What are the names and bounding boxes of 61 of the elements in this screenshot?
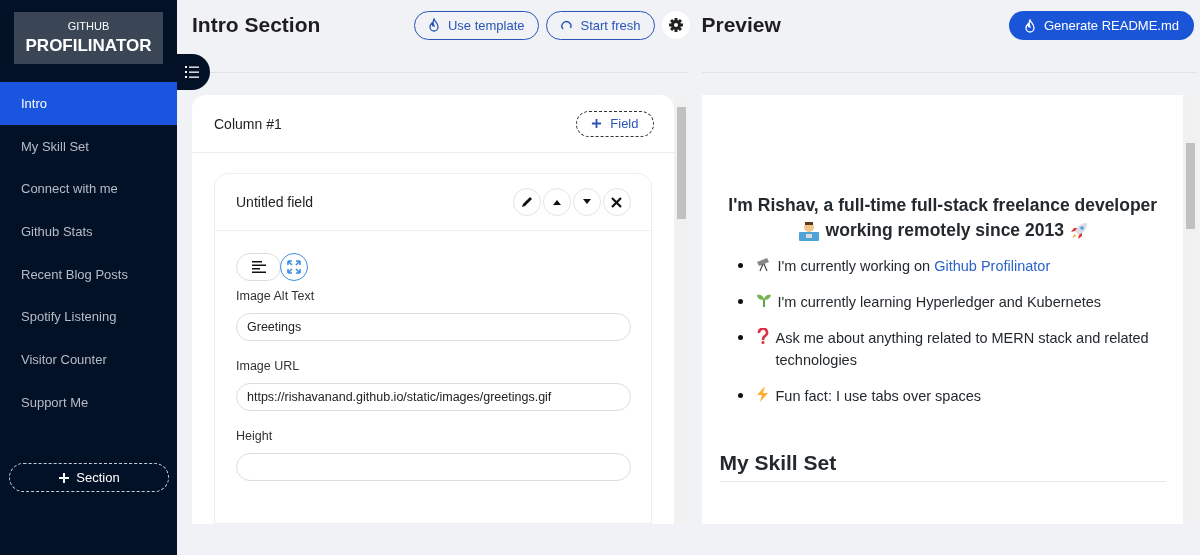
rocket-icon bbox=[1069, 221, 1088, 240]
close-icon bbox=[611, 196, 622, 208]
expand-icon bbox=[287, 260, 301, 274]
settings-button[interactable] bbox=[661, 11, 690, 39]
sidebar-item[interactable]: Visitor Counter bbox=[0, 338, 177, 381]
column-title: Column #1 bbox=[214, 115, 282, 132]
input-label: Image Alt Text bbox=[236, 289, 316, 303]
bullet-text: Ask me about anything related to MERN stack and related technologies bbox=[775, 329, 1150, 370]
move-up-button[interactable] bbox=[542, 188, 571, 216]
bullet-icon bbox=[737, 393, 743, 398]
pencil-icon bbox=[519, 195, 534, 209]
section-title: Intro Section bbox=[192, 12, 321, 38]
laptop-person-icon bbox=[797, 220, 820, 241]
mode-toggle[interactable] bbox=[280, 253, 308, 281]
refresh-icon bbox=[559, 18, 573, 32]
close-button[interactable] bbox=[602, 188, 631, 216]
sidebar-item[interactable]: Github Stats bbox=[0, 210, 177, 253]
flame-icon bbox=[427, 18, 440, 32]
question-mark-icon bbox=[755, 328, 770, 344]
input-field[interactable] bbox=[236, 453, 631, 481]
settings-icon bbox=[667, 17, 684, 33]
telescope-icon bbox=[755, 256, 772, 272]
scrollbar[interactable] bbox=[1183, 95, 1197, 524]
bullet-icon bbox=[737, 299, 743, 304]
sidebar-item[interactable]: Spotify Listening bbox=[0, 295, 177, 339]
bullet-text: I'm currently learning Hyperledger and Kubernetes bbox=[777, 293, 1102, 312]
edit-button[interactable] bbox=[512, 188, 541, 216]
sidebar-item[interactable]: Intro bbox=[0, 82, 177, 125]
align-left-icon bbox=[251, 261, 266, 273]
plus-icon bbox=[591, 118, 603, 129]
generate-button[interactable]: Generate README.md bbox=[1008, 11, 1194, 40]
sidebar-item[interactable]: Support Me bbox=[0, 380, 177, 424]
profilinator-link[interactable]: Github Profilinator bbox=[934, 258, 1051, 274]
preview-section-title: My Skill Set bbox=[719, 451, 1166, 482]
bullet-icon bbox=[737, 335, 743, 340]
sidebar-item[interactable]: Connect with me bbox=[0, 167, 177, 211]
logo-subtitle: GITHUB bbox=[67, 20, 110, 32]
input-field[interactable]: Greetings bbox=[236, 313, 631, 341]
list-icon bbox=[184, 66, 199, 78]
input-field[interactable]: https://rishavanand.github.io/static/images/greetings.gif bbox=[236, 383, 631, 411]
caret-up-icon bbox=[551, 199, 562, 205]
plus-icon bbox=[58, 471, 71, 484]
preview-heading: I'm Rishav, a full-time full-stack freelance developer bbox=[728, 195, 1158, 216]
input-label: Height bbox=[236, 429, 274, 443]
add-field-button[interactable]: Field bbox=[576, 110, 654, 137]
seedling-icon bbox=[755, 292, 772, 308]
bullet-text: Fun fact: I use tabs over spaces bbox=[775, 387, 982, 406]
preview-title: Preview bbox=[701, 12, 781, 38]
field-title: Untitled field bbox=[236, 194, 314, 210]
logo-title: PROFILINATOR bbox=[25, 36, 152, 56]
preview-heading: working remotely since 2013 bbox=[825, 220, 1064, 241]
move-down-button[interactable] bbox=[572, 188, 601, 216]
sidebar-item[interactable]: Recent Blog Posts bbox=[0, 252, 177, 296]
bullet-text: I'm currently working on Github Profilinator bbox=[777, 257, 1051, 276]
bullet-icon bbox=[737, 263, 743, 268]
input-label: Image URL bbox=[236, 359, 301, 373]
sidebar-item[interactable]: My Skill Set bbox=[0, 124, 177, 168]
lightning-icon bbox=[755, 386, 770, 402]
caret-down-icon bbox=[581, 199, 592, 205]
menu-toggle-button[interactable] bbox=[177, 54, 210, 90]
flame-icon bbox=[1023, 18, 1036, 33]
